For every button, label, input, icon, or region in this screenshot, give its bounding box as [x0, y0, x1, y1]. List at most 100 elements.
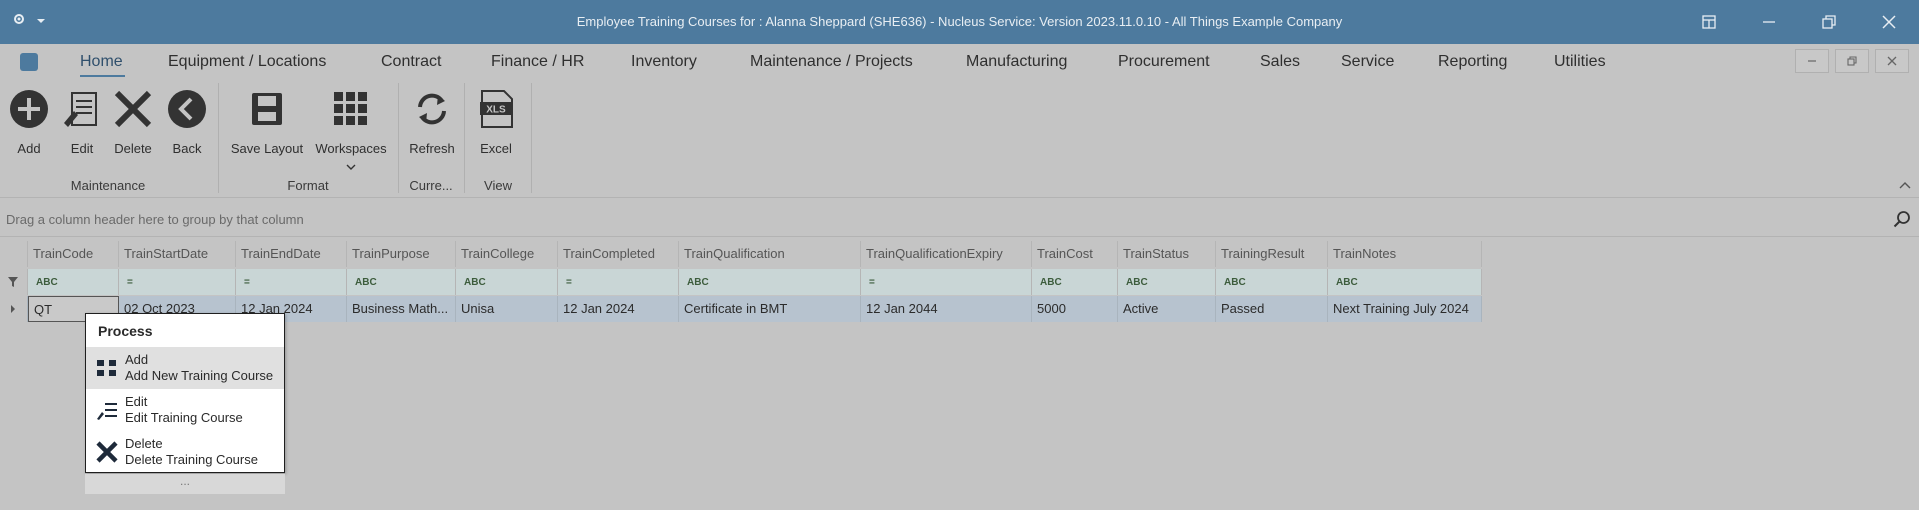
filter-cell-trainingresult[interactable]: ABC — [1216, 269, 1328, 295]
workspaces-grid-icon — [312, 87, 390, 131]
column-header-traincode[interactable]: TrainCode — [28, 241, 119, 267]
xls-file-icon: XLS — [472, 87, 520, 131]
edit-list-icon — [60, 87, 104, 131]
grid-icon — [96, 357, 118, 379]
column-header-traincompleted[interactable]: TrainCompleted — [558, 241, 679, 267]
group-label-maintenance: Maintenance — [70, 178, 146, 193]
context-menu-item-add[interactable]: Add Add New Training Course — [86, 347, 284, 389]
column-header-trainqualification[interactable]: TrainQualification — [679, 241, 861, 267]
save-layout-button[interactable]: Save Layout — [228, 87, 306, 156]
cell-trainstatus[interactable]: Active — [1118, 296, 1216, 322]
row-indicator-header — [0, 241, 28, 267]
window-title: Employee Training Courses for : Alanna S… — [576, 14, 1343, 29]
layout-icon[interactable] — [1679, 0, 1739, 44]
close-button[interactable] — [1859, 0, 1919, 44]
title-bar: Employee Training Courses for : Alanna S… — [0, 0, 1919, 44]
context-menu-item-subtitle: Add New Training Course — [125, 368, 274, 383]
menu-service[interactable]: Service — [1341, 53, 1394, 71]
cell-trainpurpose[interactable]: Business Math... — [347, 296, 456, 322]
cell-trainqualificationexpiry[interactable]: 12 Jan 2044 — [861, 296, 1032, 322]
mdi-restore-button[interactable] — [1835, 49, 1869, 73]
process-context-menu: Process Add Add New Training Course Edit… — [85, 313, 285, 473]
context-menu-item-delete[interactable]: Delete Delete Training Course — [86, 431, 284, 473]
edit-button[interactable]: Edit — [60, 87, 104, 156]
column-header-trainenddate[interactable]: TrainEndDate — [236, 241, 347, 267]
group-label-view: View — [484, 178, 512, 193]
column-header-trainpurpose[interactable]: TrainPurpose — [347, 241, 456, 267]
menu-procurement[interactable]: Procurement — [1118, 53, 1210, 71]
minimize-button[interactable] — [1739, 0, 1799, 44]
filter-cell-trainstatus[interactable]: ABC — [1118, 269, 1216, 295]
filter-cell-traincompleted[interactable]: = — [558, 269, 679, 295]
menu-utilities[interactable]: Utilities — [1554, 53, 1606, 71]
group-label-format: Format — [287, 178, 329, 193]
workspaces-dropdown-icon[interactable] — [312, 158, 390, 173]
mdi-close-button[interactable] — [1875, 49, 1909, 73]
app-icon[interactable] — [20, 53, 38, 71]
menu-manufacturing[interactable]: Manufacturing — [966, 53, 1067, 71]
excel-button[interactable]: XLS Excel — [472, 87, 520, 156]
add-button[interactable]: Add — [8, 87, 50, 156]
menu-sales[interactable]: Sales — [1260, 53, 1300, 71]
filter-cell-trainstartdate[interactable]: = — [119, 269, 236, 295]
refresh-button[interactable]: Refresh — [404, 87, 460, 156]
group-separator — [398, 83, 399, 193]
cell-traincost[interactable]: 5000 — [1032, 296, 1118, 322]
edit-list-icon — [96, 399, 118, 421]
delete-button[interactable]: Delete — [110, 87, 156, 156]
menu-home[interactable]: Home — [80, 53, 123, 71]
group-separator — [464, 83, 465, 193]
cell-trainqualification[interactable]: Certificate in BMT — [679, 296, 861, 322]
cell-trainnotes[interactable]: Next Training July 2024 — [1328, 296, 1482, 322]
column-header-trainstatus[interactable]: TrainStatus — [1118, 241, 1216, 267]
add-circle-icon — [8, 87, 50, 131]
back-arrow-icon — [166, 87, 208, 131]
filter-cell-trainqualificationexpiry[interactable]: = — [861, 269, 1032, 295]
filter-funnel-icon — [0, 269, 28, 295]
context-menu-item-title: Edit — [125, 394, 148, 409]
back-button[interactable]: Back — [166, 87, 208, 156]
context-menu-item-subtitle: Delete Training Course — [125, 452, 258, 467]
context-menu-item-title: Delete — [125, 436, 163, 451]
column-header-traincollege[interactable]: TrainCollege — [456, 241, 558, 267]
menu-reporting[interactable]: Reporting — [1438, 53, 1507, 71]
cell-trainingresult[interactable]: Passed — [1216, 296, 1328, 322]
column-header-trainnotes[interactable]: TrainNotes — [1328, 241, 1482, 267]
refresh-icon — [404, 87, 460, 131]
group-by-hint: Drag a column header here to group by th… — [6, 212, 304, 227]
column-header-traincost[interactable]: TrainCost — [1032, 241, 1118, 267]
search-icon[interactable] — [1893, 210, 1911, 231]
svg-text:XLS: XLS — [486, 105, 506, 116]
column-header-trainingresult[interactable]: TrainingResult — [1216, 241, 1328, 267]
row-expand-icon[interactable] — [0, 296, 28, 322]
cell-traincollege[interactable]: Unisa — [456, 296, 558, 322]
context-menu-item-subtitle: Edit Training Course — [125, 410, 243, 425]
filter-cell-traincollege[interactable]: ABC — [456, 269, 558, 295]
context-menu-item-title: Add — [125, 352, 149, 367]
delete-x-icon — [110, 87, 156, 131]
menu-equipment-locations[interactable]: Equipment / Locations — [168, 53, 326, 71]
menu-inventory[interactable]: Inventory — [631, 53, 697, 71]
filter-cell-trainnotes[interactable]: ABC — [1328, 269, 1482, 295]
menu-contract[interactable]: Contract — [381, 53, 441, 71]
filter-cell-traincost[interactable]: ABC — [1032, 269, 1118, 295]
filter-cell-trainpurpose[interactable]: ABC — [347, 269, 456, 295]
column-header-trainstartdate[interactable]: TrainStartDate — [119, 241, 236, 267]
filter-cell-trainenddate[interactable]: = — [236, 269, 347, 295]
collapse-ribbon-icon[interactable] — [1899, 177, 1911, 192]
filter-cell-traincode[interactable]: ABC — [28, 269, 119, 295]
column-header-trainqualificationexpiry[interactable]: TrainQualificationExpiry — [861, 241, 1032, 267]
cell-traincompleted[interactable]: 12 Jan 2024 — [558, 296, 679, 322]
menu-maintenance-projects[interactable]: Maintenance / Projects — [750, 53, 913, 71]
context-menu-item-edit[interactable]: Edit Edit Training Course — [86, 389, 284, 431]
menu-finance-hr[interactable]: Finance / HR — [491, 53, 584, 71]
restore-button[interactable] — [1799, 0, 1859, 44]
group-by-panel[interactable]: Drag a column header here to group by th… — [0, 201, 1919, 237]
filter-cell-trainqualification[interactable]: ABC — [679, 269, 861, 295]
context-menu-more[interactable]: ... — [85, 474, 285, 494]
save-disk-icon — [228, 87, 306, 131]
workspaces-button[interactable]: Workspaces — [312, 87, 390, 173]
mdi-minimize-button[interactable] — [1795, 49, 1829, 73]
group-separator — [531, 83, 532, 193]
group-label-current: Curre... — [409, 178, 453, 193]
